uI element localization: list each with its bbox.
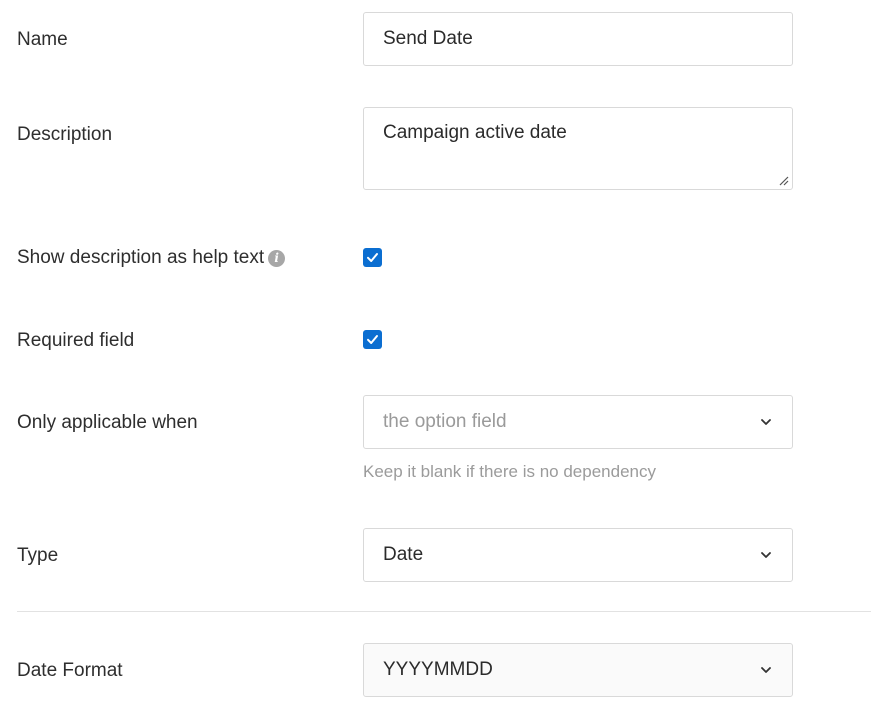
show-help-checkbox[interactable] <box>363 248 382 267</box>
name-label: Name <box>17 29 68 50</box>
chevron-down-icon <box>761 552 771 558</box>
name-input[interactable]: Send Date <box>363 12 793 66</box>
info-icon[interactable]: i <box>268 250 286 267</box>
applicable-when-hint: Keep it blank if there is no dependency <box>363 462 656 481</box>
date-format-select-value: YYYYMMDD <box>383 659 493 680</box>
chevron-down-icon <box>761 419 771 425</box>
description-textarea-value: Campaign active date <box>383 122 567 143</box>
applicable-when-label: Only applicable when <box>17 412 198 433</box>
show-help-label-text: Show description as help text <box>17 247 265 268</box>
name-input-value: Send Date <box>383 28 473 49</box>
type-label: Type <box>17 545 59 566</box>
applicable-when-placeholder: the option field <box>383 411 507 432</box>
required-checkbox[interactable] <box>363 330 382 349</box>
chevron-down-icon <box>761 667 771 673</box>
checkmark-icon <box>367 253 378 262</box>
description-textarea[interactable]: Campaign active date <box>363 107 793 190</box>
applicable-when-select[interactable]: the option field <box>363 395 793 449</box>
show-help-label: Show description as help text i <box>17 246 286 270</box>
description-label: Description <box>17 124 113 145</box>
type-select-value: Date <box>383 544 424 565</box>
date-format-select[interactable]: YYYYMMDD <box>363 643 793 697</box>
type-select[interactable]: Date <box>363 528 793 582</box>
resize-handle-icon[interactable] <box>779 176 789 186</box>
checkmark-icon <box>367 335 378 344</box>
section-divider <box>17 611 871 612</box>
date-format-label: Date Format <box>17 660 123 681</box>
required-label: Required field <box>17 330 135 351</box>
